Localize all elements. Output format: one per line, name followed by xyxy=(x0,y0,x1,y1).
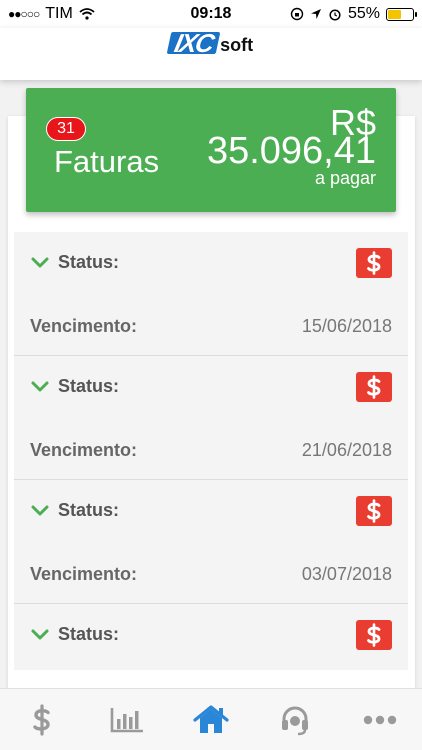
invoice-row[interactable]: Status: Vencimento: 15/06/2018 xyxy=(14,232,408,356)
dollar-icon xyxy=(367,375,381,399)
row-status: Status: xyxy=(30,624,119,645)
invoice-row[interactable]: Status: xyxy=(14,604,408,670)
carrier-name: TIM xyxy=(45,5,73,22)
battery-percent: 55% xyxy=(347,5,380,22)
logo-mark: IXC xyxy=(166,28,221,58)
alarm-icon xyxy=(329,9,341,21)
nav-support[interactable] xyxy=(265,690,325,750)
nav-invoices[interactable] xyxy=(12,690,72,750)
nav-home[interactable] xyxy=(181,690,241,750)
signal-icon: ●●○○○ xyxy=(8,7,40,21)
dollar-icon xyxy=(367,251,381,275)
more-icon xyxy=(363,715,396,724)
battery-level xyxy=(388,9,402,19)
bar-chart-icon xyxy=(110,707,143,732)
chevron-down-icon[interactable] xyxy=(30,377,50,397)
invoices-summary-card[interactable]: 31 Faturas R$ 35.096,41 a pagar xyxy=(26,88,396,212)
status-label: Status: xyxy=(58,252,120,272)
status-label: Status: xyxy=(58,376,120,396)
invoice-row[interactable]: Status: Vencimento: 21/06/2018 xyxy=(14,356,408,480)
due-date-label: Vencimento: xyxy=(30,440,138,460)
total-amount: 35.096,41 xyxy=(206,130,376,172)
orientation-lock-icon xyxy=(290,7,304,21)
app-header: IXC soft xyxy=(0,28,422,80)
chevron-down-icon[interactable] xyxy=(30,625,50,645)
row-status: Status: xyxy=(30,500,119,521)
headset-icon xyxy=(282,706,309,735)
logo-text: soft xyxy=(220,35,254,55)
ixcsoft-logo: IXC soft xyxy=(166,28,254,58)
invoice-count-badge: 31 xyxy=(46,117,86,141)
due-date-value: 21/06/2018 xyxy=(301,440,392,460)
amount-sublabel: a pagar xyxy=(314,168,376,188)
pay-invoice-button[interactable] xyxy=(356,248,392,278)
row-status: Status: xyxy=(30,376,119,397)
due-date-label: Vencimento: xyxy=(30,564,138,584)
status-right: 55% xyxy=(290,5,417,23)
invoice-list: Status: Vencimento: 15/06/2018 Status: V… xyxy=(14,232,408,670)
dollar-icon xyxy=(367,623,381,647)
wifi-icon xyxy=(79,8,95,20)
invoice-row[interactable]: Status: Vencimento: 03/07/2018 xyxy=(14,480,408,604)
pay-invoice-button[interactable] xyxy=(356,620,392,650)
nav-more[interactable] xyxy=(350,690,410,750)
status-label: Status: xyxy=(58,624,120,644)
status-left: ●●○○○ TIM xyxy=(8,5,95,23)
summary-title: Faturas xyxy=(54,144,160,179)
nav-consumption[interactable] xyxy=(97,690,157,750)
bottom-nav xyxy=(0,688,422,750)
pay-invoice-button[interactable] xyxy=(356,496,392,526)
location-icon xyxy=(310,9,321,19)
home-icon xyxy=(193,704,229,733)
battery-icon xyxy=(386,7,417,21)
due-date-value: 15/06/2018 xyxy=(301,316,392,336)
pay-invoice-button[interactable] xyxy=(356,372,392,402)
row-status: Status: xyxy=(30,252,119,273)
dollar-icon xyxy=(33,703,50,736)
dollar-icon xyxy=(367,499,381,523)
chevron-down-icon[interactable] xyxy=(30,253,50,273)
status-label: Status: xyxy=(58,500,120,520)
chevron-down-icon[interactable] xyxy=(30,501,50,521)
due-date-label: Vencimento: xyxy=(30,316,138,336)
status-bar: ●●○○○ TIM 09:18 55% xyxy=(0,0,422,28)
due-date-value: 03/07/2018 xyxy=(301,564,392,584)
